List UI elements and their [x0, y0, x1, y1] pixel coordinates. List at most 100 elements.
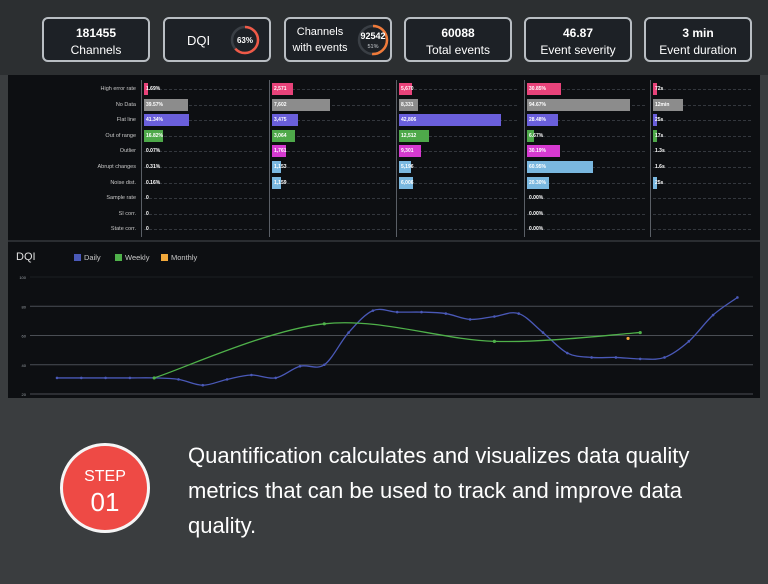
metric-value: 6.67% [529, 132, 544, 139]
row-label: Sample rate [106, 195, 136, 202]
metric-value: 1.3s [655, 148, 665, 155]
metric-value: 94.67% [529, 101, 546, 108]
kpi-total-events[interactable]: 60088 Total events [404, 17, 512, 62]
kpi-bar: 181455 Channels DQI 63% Channels with ev… [0, 0, 768, 75]
y-tick-label: 40 [22, 363, 27, 368]
data-point-monthly[interactable] [626, 336, 630, 341]
row-guide [399, 198, 517, 200]
data-point-daily[interactable] [687, 340, 691, 343]
metric-value: 9,301 [401, 148, 414, 155]
data-point-daily[interactable] [663, 356, 666, 359]
metric-value: 25s [655, 117, 664, 124]
metric-value: 0.07% [146, 148, 161, 155]
row-guide [653, 229, 751, 231]
row-label: State corr. [110, 226, 136, 233]
data-point-daily[interactable] [128, 376, 132, 380]
dqi-ring-label: 63% [237, 36, 253, 45]
row-guide [272, 213, 390, 215]
metric-value: 12min [655, 101, 670, 108]
metric-value: 0 [146, 195, 149, 202]
data-point-daily[interactable] [590, 356, 593, 359]
dqi-line-chart: 100 80 60 40 20 [19, 275, 753, 397]
column-divider [650, 80, 651, 237]
row-label: Outlier [119, 148, 136, 155]
data-point-daily[interactable] [347, 331, 350, 334]
data-point-daily[interactable] [517, 312, 520, 315]
row-guide [653, 198, 751, 200]
data-point-daily[interactable] [80, 376, 83, 380]
data-point-daily[interactable] [225, 378, 229, 381]
data-point-daily[interactable] [298, 364, 302, 368]
data-point-weekly[interactable] [152, 376, 156, 380]
kpi-cwe-label-1: Channels [296, 26, 344, 38]
metric-value: 16.82% [146, 132, 163, 139]
data-point-daily[interactable] [420, 310, 423, 314]
y-tick-label: 100 [19, 275, 26, 280]
column-divider [524, 80, 525, 237]
step-number: 01 [90, 487, 120, 517]
row-guide [653, 120, 751, 122]
kpi-event-duration-label: Event duration [659, 43, 737, 57]
data-point-daily[interactable] [274, 376, 278, 380]
metric-value: 0.00% [529, 210, 544, 217]
kpi-event-duration[interactable]: 3 min Event duration [644, 17, 752, 62]
data-point-daily[interactable] [395, 310, 399, 314]
metric-value: 3,064 [274, 132, 287, 139]
row-guide [527, 229, 645, 231]
data-point-daily[interactable] [104, 376, 107, 380]
kpi-channels[interactable]: 181455 Channels [42, 17, 150, 62]
data-point-daily[interactable] [638, 357, 642, 361]
kpi-cwe-label-2: with events [292, 42, 348, 54]
data-point-weekly[interactable] [492, 339, 496, 343]
data-point-daily[interactable] [444, 312, 448, 315]
row-guide [144, 89, 262, 90]
row-guide [653, 89, 751, 90]
event-metrics-table: High error rate 1.69% 2,571 5,670 30.85% 72s N… [8, 75, 760, 240]
row-guide [399, 89, 517, 90]
data-point-daily[interactable] [323, 363, 326, 367]
row-guide [527, 198, 645, 200]
row-label: No Data [115, 101, 136, 108]
row-guide [653, 151, 751, 153]
data-point-daily[interactable] [55, 376, 59, 380]
data-point-daily[interactable] [371, 309, 375, 312]
data-point-weekly[interactable] [322, 322, 326, 326]
row-guide [144, 229, 262, 231]
metric-value: 3,475 [274, 117, 287, 124]
y-tick-label: 20 [22, 392, 27, 397]
data-point-daily[interactable] [566, 351, 569, 355]
kpi-total-events-label: Total events [425, 43, 491, 57]
kpi-event-severity-value: 46.87 [562, 26, 594, 40]
row-guide [272, 151, 390, 153]
row-guide [399, 182, 517, 184]
row-guide [399, 167, 517, 168]
metric-value: 1,159 [274, 179, 287, 186]
metric-value: 30.19% [529, 148, 546, 155]
column-divider [141, 80, 142, 237]
row-guide [144, 213, 262, 215]
row-guide [399, 213, 517, 215]
metric-value: 0.31% [146, 164, 161, 170]
cwe-ring-icon: 92542 51% [357, 24, 389, 56]
data-point-daily[interactable] [468, 318, 472, 321]
kpi-dqi[interactable]: DQI 63% [163, 17, 271, 62]
data-point-daily[interactable] [177, 378, 180, 381]
data-point-daily[interactable] [614, 356, 618, 359]
row-label: SI corr. [118, 210, 136, 217]
data-point-daily[interactable] [493, 315, 496, 318]
data-point-weekly[interactable] [638, 330, 642, 335]
data-point-daily[interactable] [541, 331, 545, 334]
metric-value: 7,602 [274, 101, 287, 108]
data-point-daily[interactable] [201, 383, 205, 387]
row-guide [653, 213, 751, 215]
data-point-daily[interactable] [250, 373, 253, 377]
metric-value: 72s [655, 86, 664, 92]
kpi-event-severity[interactable]: 46.87 Event severity [524, 17, 632, 62]
row-label: High error rate [100, 86, 136, 92]
series-line-daily [57, 296, 738, 386]
data-point-daily[interactable] [736, 296, 739, 299]
column-divider [269, 80, 270, 237]
metric-value: 5,670 [401, 86, 414, 92]
kpi-channels-with-events[interactable]: Channels with events 92542 51% [284, 17, 392, 62]
data-point-daily[interactable] [711, 313, 715, 317]
